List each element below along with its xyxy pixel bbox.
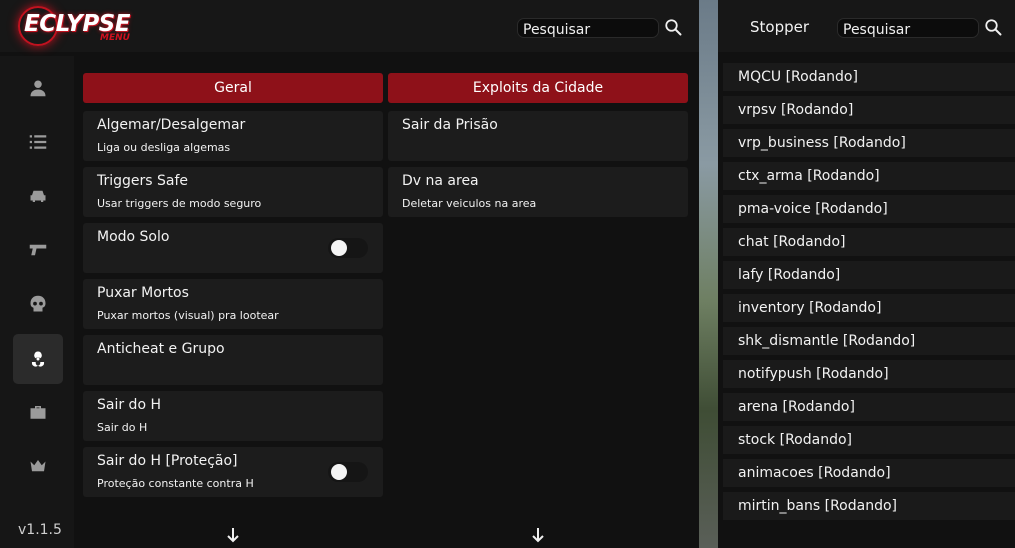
toggle-knob [331, 240, 347, 256]
scroll-down-arrow-icon[interactable] [530, 527, 546, 543]
sidebar-item-user[interactable] [13, 63, 63, 113]
option-card[interactable]: Algemar/Desalgemar Liga ou desliga algem… [83, 111, 383, 161]
resource-item[interactable]: chat [Rodando] [723, 228, 1015, 256]
option-title: Sair do H [97, 397, 161, 413]
option-card[interactable]: Sair do H Sair do H [83, 391, 383, 441]
option-title: Algemar/Desalgemar [97, 117, 246, 133]
option-title: Modo Solo [97, 229, 170, 245]
sidebar-item-toolbox[interactable] [13, 387, 63, 437]
sidebar [0, 56, 74, 548]
tab-exploits-da-cidade[interactable]: Exploits da Cidade [388, 73, 688, 103]
resource-item[interactable]: mirtin_bans [Rodando] [723, 492, 1015, 520]
option-description: Sair do H [97, 421, 148, 434]
search-icon[interactable] [664, 18, 682, 36]
sidebar-item-biohazard[interactable] [13, 334, 63, 384]
modo-solo-toggle[interactable] [328, 238, 368, 258]
option-description: Proteção constante contra H [97, 477, 254, 490]
option-description: Usar triggers de modo seguro [97, 197, 262, 210]
resource-item[interactable]: stock [Rodando] [723, 426, 1015, 454]
search-field[interactable] [517, 18, 659, 39]
sidebar-item-skull[interactable] [13, 279, 63, 329]
resource-item[interactable]: inventory [Rodando] [723, 294, 1015, 322]
resource-item[interactable]: ctx_arma [Rodando] [723, 162, 1015, 190]
option-description: Deletar veiculos na area [402, 197, 537, 210]
list-icon [29, 135, 47, 149]
sair-do-h-protecao-toggle[interactable] [328, 462, 368, 482]
option-title: Sair da Prisão [402, 117, 498, 133]
gun-icon [29, 244, 47, 256]
biohazard-icon [31, 351, 45, 367]
option-card[interactable]: Anticheat e Grupo [83, 335, 383, 385]
resource-item[interactable]: pma-voice [Rodando] [723, 195, 1015, 223]
option-card[interactable]: Triggers Safe Usar triggers de modo segu… [83, 167, 383, 217]
resource-item[interactable]: lafy [Rodando] [723, 261, 1015, 289]
resource-search-input[interactable] [838, 21, 978, 39]
option-description: Puxar mortos (visual) pra lootear [97, 309, 279, 322]
option-card[interactable]: Sair da Prisão [388, 111, 688, 161]
crown-icon [30, 460, 46, 472]
main-panel: ECLYPSE MENU Pesquisar v1.1.5 Geral Alge… [0, 0, 699, 548]
option-title: Triggers Safe [97, 173, 189, 189]
car-icon [30, 190, 46, 202]
resource-item[interactable]: vrp_business [Rodando] [723, 129, 1015, 157]
skull-icon [30, 295, 46, 312]
resource-search-field[interactable] [837, 18, 979, 39]
option-card[interactable]: Puxar Mortos Puxar mortos (visual) pra l… [83, 279, 383, 329]
tab-geral[interactable]: Geral [83, 73, 383, 103]
sidebar-item-crown[interactable] [13, 441, 63, 491]
sidebar-item-vehicles[interactable] [13, 171, 63, 221]
resource-item[interactable]: shk_dismantle [Rodando] [723, 327, 1015, 355]
option-title: Anticheat e Grupo [97, 341, 225, 357]
option-card[interactable]: Modo Solo [83, 223, 383, 273]
resource-item[interactable]: MQCU [Rodando] [723, 63, 1015, 91]
sidebar-item-weapons[interactable] [13, 225, 63, 275]
user-icon [30, 80, 46, 97]
option-title: Sair do H [Proteção] [97, 453, 238, 469]
panel-title: Stopper [750, 18, 810, 36]
resource-item[interactable]: arena [Rodando] [723, 393, 1015, 421]
resource-item[interactable]: animacoes [Rodando] [723, 459, 1015, 487]
resource-item[interactable]: vrpsv [Rodando] [723, 96, 1015, 124]
sidebar-item-list[interactable] [13, 117, 63, 167]
version-label: v1.1.5 [18, 522, 62, 538]
resource-panel-header: Stopper [718, 0, 1015, 52]
scroll-down-arrow-icon[interactable] [225, 527, 241, 543]
toggle-knob [331, 464, 347, 480]
option-description: Liga ou desliga algemas [97, 141, 231, 154]
logo: ECLYPSE MENU [14, 4, 134, 48]
resource-stopper-panel: Stopper MQCU [Rodando] vrpsv [Rodando] v… [718, 0, 1015, 548]
logo-subtext: MENU [100, 33, 130, 43]
resource-item[interactable]: notifypush [Rodando] [723, 360, 1015, 388]
main-header: ECLYPSE MENU [0, 0, 699, 52]
option-title: Puxar Mortos [97, 285, 189, 301]
search-icon[interactable] [984, 18, 1002, 36]
option-card[interactable]: Sair do H [Proteção] Proteção constante … [83, 447, 383, 497]
toolbox-icon [30, 406, 46, 419]
option-title: Dv na area [402, 173, 479, 189]
search-input[interactable] [518, 21, 658, 39]
option-card[interactable]: Dv na area Deletar veiculos na area [388, 167, 688, 217]
